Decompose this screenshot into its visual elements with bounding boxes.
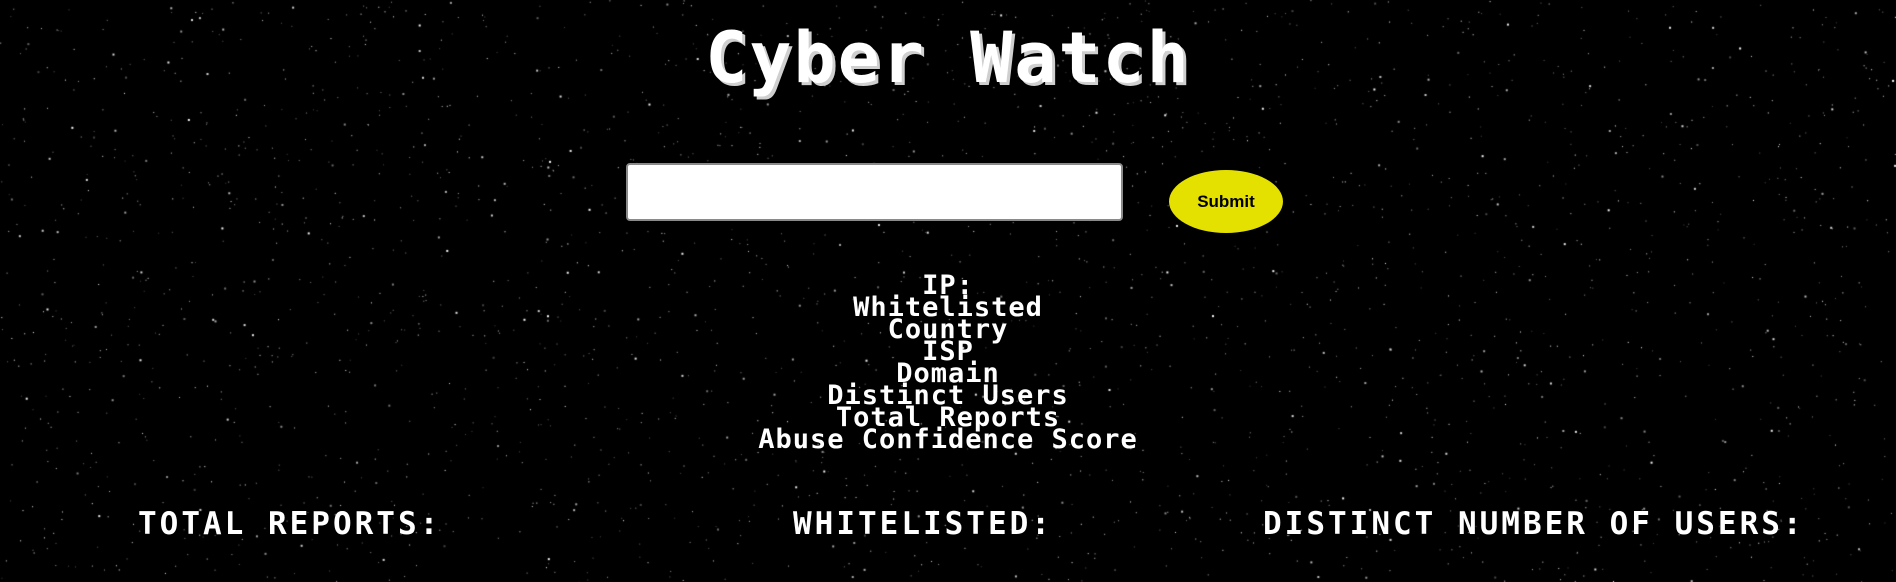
main-container: Cyber Watch Submit IP: Whitelisted Count… xyxy=(0,0,1896,582)
ip-info-list: IP: Whitelisted Country ISP Domain Disti… xyxy=(0,272,1896,455)
whitelisted-stat-label: WHITELISTED: xyxy=(793,506,1053,542)
submit-button[interactable]: Submit xyxy=(1169,170,1283,233)
ip-search-input[interactable] xyxy=(626,163,1123,221)
info-abuse-confidence-score-label: Abuse Confidence Score xyxy=(758,424,1138,455)
distinct-users-stat-label: DISTINCT NUMBER OF USERS: xyxy=(1263,506,1805,542)
total-reports-stat-label: TOTAL REPORTS: xyxy=(138,506,442,542)
page-title: Cyber Watch xyxy=(705,17,1191,99)
